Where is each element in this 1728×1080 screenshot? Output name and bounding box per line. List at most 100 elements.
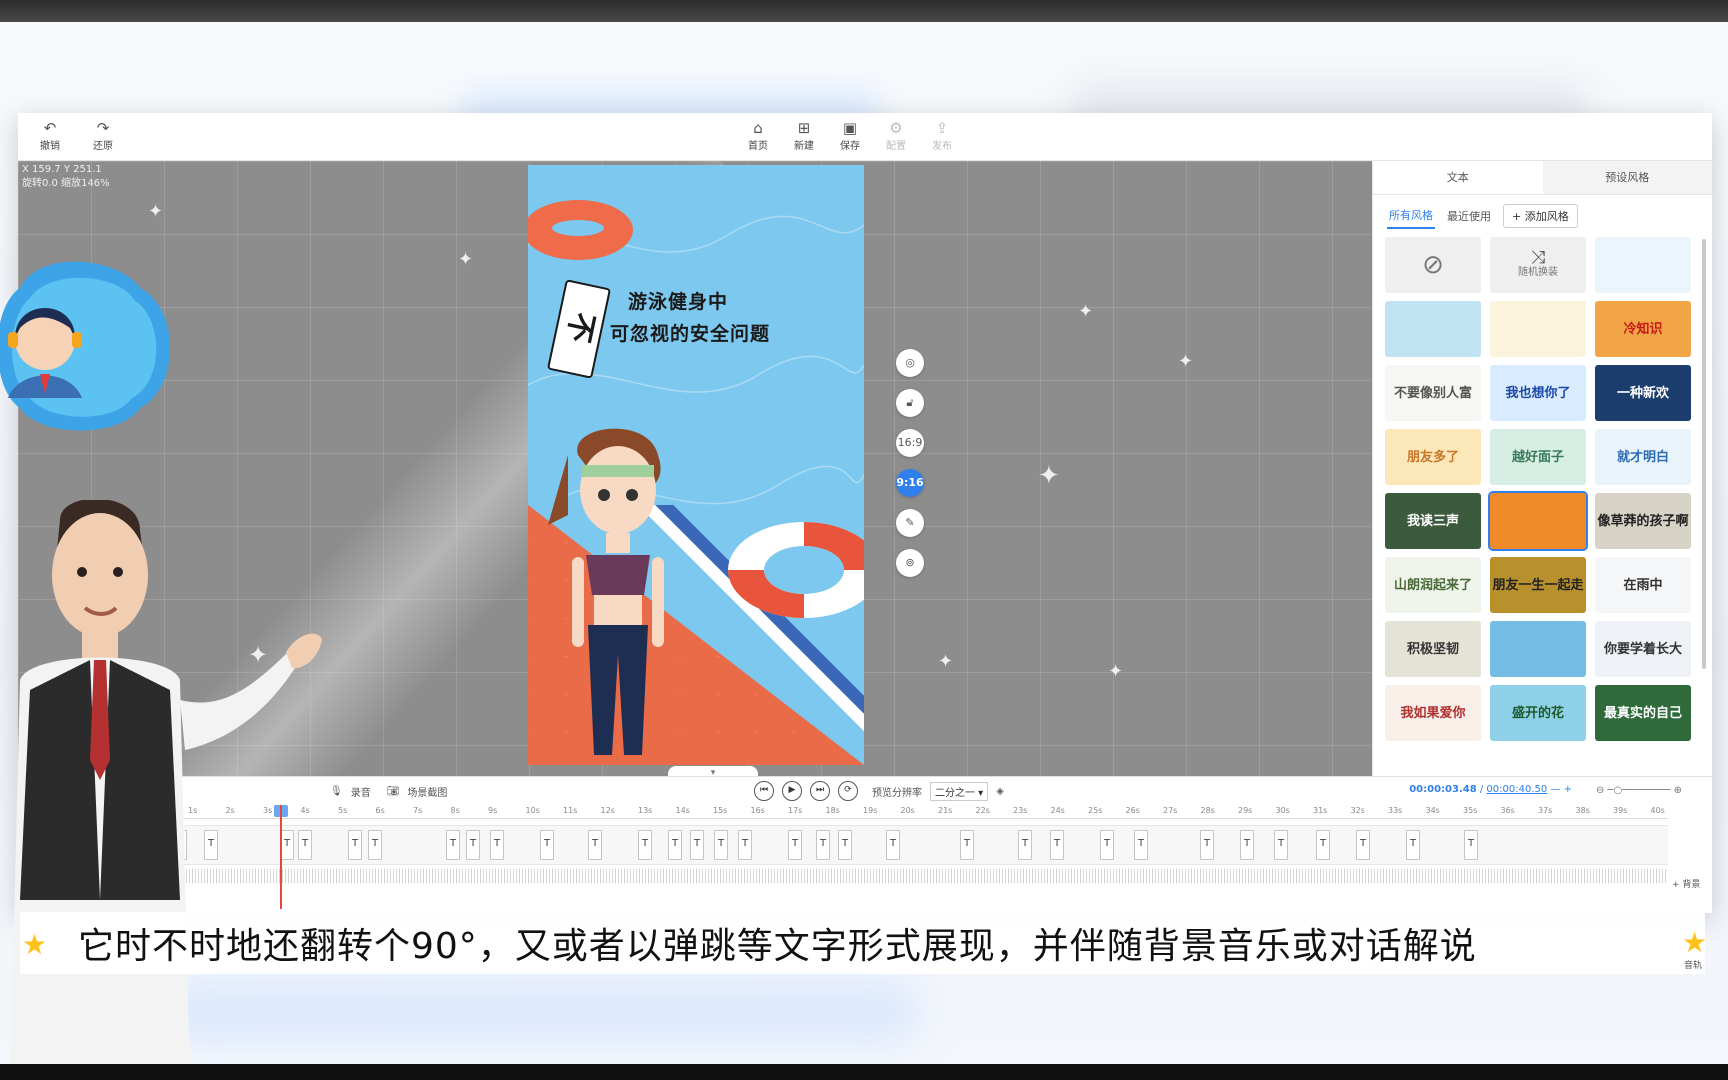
tab-text[interactable]: 文本 <box>1373 161 1543 194</box>
style-tile[interactable] <box>1490 301 1586 357</box>
presenter-avatar <box>10 500 322 1080</box>
text-track[interactable]: TTTTTTTTTTTTTTTTTTTTTTTTTTTTTTTT <box>168 825 1668 865</box>
scene-screenshot-button[interactable]: 场景截图 <box>407 784 447 799</box>
text-clip[interactable]: T <box>788 830 802 860</box>
style-tile[interactable]: 最真实的自己 <box>1595 685 1691 741</box>
mic-icon: 🎙︎ <box>330 785 343 797</box>
text-clip[interactable]: T <box>490 830 504 860</box>
style-tile[interactable]: 像草莽的孩子啊 <box>1595 493 1691 549</box>
style-tile[interactable]: 我如果爱你 <box>1385 685 1481 741</box>
text-clip[interactable]: T <box>738 830 752 860</box>
layers-icon[interactable]: ◈ <box>996 786 1004 797</box>
save-button[interactable]: ▣ 保存 <box>830 119 870 152</box>
add-background-button[interactable]: + 背景 <box>1672 877 1700 890</box>
text-clip[interactable]: T <box>1316 830 1330 860</box>
style-tile[interactable]: 朋友多了 <box>1385 429 1481 485</box>
redo-button[interactable]: ↷ 还原 <box>83 119 123 152</box>
publish-button[interactable]: ⇪ 发布 <box>922 119 962 152</box>
ruler-tick-label: 28s <box>1200 806 1215 815</box>
lock-button[interactable]: 🔓︎ <box>896 389 924 417</box>
text-clip[interactable]: T <box>1050 830 1064 860</box>
text-clip[interactable]: T <box>1464 830 1478 860</box>
style-tile[interactable]: 朋友一生一起走 <box>1490 557 1586 613</box>
play-icon: ▶︎ <box>788 785 796 795</box>
text-clip[interactable]: T <box>1240 830 1254 860</box>
skip-back-button[interactable]: ⏮︎ <box>754 781 774 801</box>
text-clip[interactable]: T <box>1356 830 1370 860</box>
audio-waveform[interactable] <box>168 869 1668 883</box>
tab-preset-style[interactable]: 预设风格 <box>1542 161 1712 194</box>
zoom-slider[interactable]: ⊖ ─○──────── ⊕ <box>1596 785 1682 796</box>
text-clip[interactable]: T <box>1134 830 1148 860</box>
style-tile[interactable]: 山朗润起来了 <box>1385 557 1481 613</box>
ratio-16-9-button[interactable]: 16:9 <box>896 429 924 457</box>
style-tile[interactable]: 冷知识 <box>1595 301 1691 357</box>
style-tile[interactable]: 就才明白 <box>1595 429 1691 485</box>
ruler-tick-label: 22s <box>975 806 990 815</box>
settings-button[interactable]: ⚙ 配置 <box>876 119 916 152</box>
camera-settings-button[interactable]: ⊚ <box>896 549 924 577</box>
text-clip[interactable]: T <box>668 830 682 860</box>
resolution-select[interactable]: 二分之一 ▾ <box>930 781 989 801</box>
style-none-tile[interactable]: ⊘ <box>1385 237 1481 293</box>
text-clip[interactable]: T <box>690 830 704 860</box>
style-tile[interactable]: 在雨中 <box>1595 557 1691 613</box>
text-clip[interactable]: T <box>1018 830 1032 860</box>
timeline-ruler[interactable]: 1s 2s 3s 4s 5s 6s 7s 8s 9s 10s 11s 12s 13s 14s 15s 16s 1… <box>168 805 1668 819</box>
ratio-9-16-button[interactable]: 9:16 <box>896 469 924 497</box>
filter-all-styles[interactable]: 所有风格 <box>1387 203 1435 229</box>
style-tile[interactable] <box>1595 237 1691 293</box>
text-clip[interactable]: T <box>348 830 362 860</box>
style-tile[interactable] <box>1490 621 1586 677</box>
style-tile[interactable]: 越好面子 <box>1490 429 1586 485</box>
ruler-tick-label: 11s <box>563 806 578 815</box>
text-clip[interactable]: T <box>816 830 830 860</box>
style-tile[interactable]: 不要像别人富 <box>1385 365 1481 421</box>
style-panel-scrollbar[interactable] <box>1702 239 1706 669</box>
home-button[interactable]: ⌂ 首页 <box>738 119 778 152</box>
style-tile[interactable]: 一种新欢 <box>1595 365 1691 421</box>
center-tool-button[interactable]: ◎ <box>896 349 924 377</box>
text-clip[interactable]: T <box>466 830 480 860</box>
text-clip[interactable]: T <box>1274 830 1288 860</box>
record-button[interactable]: 录音 <box>351 784 371 799</box>
style-random-tile[interactable]: ⤨ 随机换装 <box>1490 237 1586 293</box>
add-style-button[interactable]: + 添加风格 <box>1503 204 1578 228</box>
ruler-tick-label: 14s <box>675 806 690 815</box>
text-clip[interactable]: T <box>588 830 602 860</box>
style-tile[interactable]: 积极坚韧 <box>1385 621 1481 677</box>
text-clip[interactable]: T <box>838 830 852 860</box>
style-tile[interactable] <box>1488 491 1588 551</box>
text-clip[interactable]: T <box>1100 830 1114 860</box>
text-clip[interactable]: T <box>714 830 728 860</box>
text-clip[interactable]: T <box>638 830 652 860</box>
text-clip[interactable]: T <box>886 830 900 860</box>
ruler-tick-label: 25s <box>1088 806 1103 815</box>
undo-button[interactable]: ↶ 撤销 <box>30 119 70 152</box>
ruler-tick-label: 40s <box>1650 806 1665 815</box>
style-tile[interactable]: 我也想你了 <box>1490 365 1586 421</box>
play-button[interactable]: ▶︎ <box>782 781 802 801</box>
text-clip[interactable]: T <box>368 830 382 860</box>
loop-button[interactable]: ⟳ <box>838 781 858 801</box>
text-clip[interactable]: T <box>960 830 974 860</box>
style-tile[interactable]: 你要学着长大 <box>1595 621 1691 677</box>
new-button[interactable]: ⊞ 新建 <box>784 119 824 152</box>
text-clip[interactable]: T <box>1406 830 1420 860</box>
ruler-tick-label: 39s <box>1613 806 1628 815</box>
phone-title-line1[interactable]: 游泳健身中 <box>628 287 728 314</box>
style-tile[interactable]: 我读三声 <box>1385 493 1481 549</box>
video-top-bar <box>0 0 1728 22</box>
skip-forward-button[interactable]: ⏭︎ <box>810 781 830 801</box>
style-tile[interactable]: 盛开的花 <box>1490 685 1586 741</box>
text-clip[interactable]: T <box>1200 830 1214 860</box>
filter-recent[interactable]: 最近使用 <box>1445 204 1493 228</box>
style-tile[interactable] <box>1385 301 1481 357</box>
phone-title-line2[interactable]: 可忽视的安全问题 <box>610 319 770 346</box>
edit-button[interactable]: ✎ <box>896 509 924 537</box>
ruler-tick-label: 15s <box>713 806 728 815</box>
phone-preview[interactable]: 不 游泳健身中 可忽视的安全问题 <box>528 165 864 765</box>
playback-controls: ⏮︎ ▶︎ ⏭︎ ⟳ 预览分辨率 二分之一 ▾ ◈ <box>754 777 1004 805</box>
text-clip[interactable]: T <box>540 830 554 860</box>
text-clip[interactable]: T <box>446 830 460 860</box>
